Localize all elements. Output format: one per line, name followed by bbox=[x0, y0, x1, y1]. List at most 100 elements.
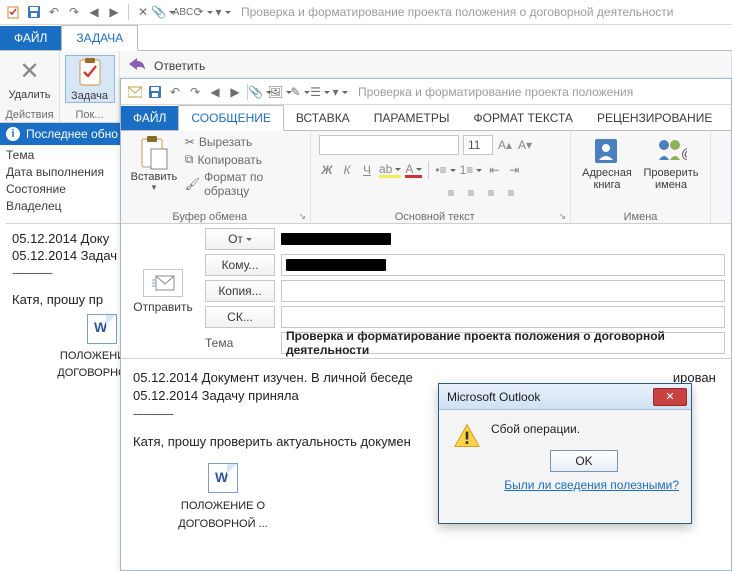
undo-icon[interactable]: ↶ bbox=[46, 4, 62, 20]
show-caption: Пок... bbox=[60, 109, 119, 122]
ctab-params[interactable]: ПАРАМЕТРЫ bbox=[362, 106, 462, 130]
dialog-title: Microsoft Outlook bbox=[447, 390, 540, 404]
check-names-button[interactable]: @ Проверить имена bbox=[643, 135, 699, 207]
cc-button[interactable]: Копия... bbox=[205, 280, 275, 302]
attach-icon[interactable]: 📎 bbox=[155, 4, 171, 20]
format-painter-button[interactable]: 🖌Формат по образцу bbox=[185, 170, 302, 198]
ctab-format[interactable]: ФОРМАТ ТЕКСТА bbox=[461, 106, 584, 130]
shrink-font-icon[interactable]: A▾ bbox=[517, 137, 533, 153]
ctab-file[interactable]: ФАЙЛ bbox=[121, 106, 178, 130]
indent-icon[interactable]: ⇥ bbox=[506, 162, 522, 178]
numbering-icon[interactable]: 1≡ bbox=[460, 162, 483, 178]
delete-qat-icon[interactable]: ✕ bbox=[135, 4, 151, 20]
bcc-field[interactable] bbox=[281, 306, 725, 328]
align-right-icon[interactable]: ≡ bbox=[483, 185, 499, 201]
paste-button[interactable]: Вставить ▼ bbox=[129, 135, 179, 207]
ribbon-tabs-outer: ФАЙЛ ЗАДАЧА bbox=[0, 25, 732, 51]
send-button[interactable] bbox=[143, 269, 183, 297]
chknames-l1: Проверить bbox=[643, 167, 698, 179]
clip-caption: Буфер обмена ↘ bbox=[121, 211, 310, 223]
paste-label: Вставить bbox=[131, 171, 178, 183]
attach-icon-inner[interactable]: 📎 bbox=[252, 84, 268, 100]
ctab-insert[interactable]: ВСТАВКА bbox=[284, 106, 362, 130]
bcc-button[interactable]: СК... bbox=[205, 306, 275, 328]
dialog-close-button[interactable]: ✕ bbox=[653, 388, 687, 406]
mail-icon bbox=[127, 84, 143, 100]
task-button[interactable]: Задача bbox=[65, 55, 115, 103]
save-icon[interactable] bbox=[26, 4, 42, 20]
bullets-icon[interactable]: •≡ bbox=[435, 162, 455, 178]
prev-icon[interactable]: ◀ bbox=[86, 4, 102, 20]
tab-task[interactable]: ЗАДАЧА bbox=[61, 25, 138, 51]
next-icon-inner[interactable]: ▶ bbox=[227, 84, 243, 100]
copy-label: Копировать bbox=[197, 153, 262, 167]
font-caption: Основной текст ↘ bbox=[311, 211, 570, 223]
font-color-button[interactable]: A bbox=[405, 162, 422, 178]
warning-icon bbox=[453, 422, 481, 450]
highlight-button[interactable]: ab bbox=[379, 162, 401, 178]
grow-font-icon[interactable]: A▴ bbox=[497, 137, 513, 153]
word-doc-icon-2 bbox=[208, 463, 238, 493]
to-field[interactable] bbox=[281, 254, 725, 276]
underline-button[interactable]: Ч bbox=[359, 162, 375, 178]
compose-attachment-word[interactable]: ПОЛОЖЕНИЕ О ДОГОВОРНОЙ ... bbox=[163, 457, 283, 533]
redo-icon[interactable]: ↷ bbox=[66, 4, 82, 20]
next-icon[interactable]: ▶ bbox=[106, 4, 122, 20]
list-icon[interactable]: ☰ bbox=[312, 84, 328, 100]
address-book-button[interactable]: Адресная книга bbox=[579, 135, 635, 207]
spellcheck-icon[interactable]: ABC bbox=[175, 4, 191, 20]
names-caption: Имена bbox=[571, 211, 710, 223]
align-left-icon[interactable]: ≡ bbox=[443, 185, 459, 201]
picture-icon[interactable]: 🖼 bbox=[272, 84, 288, 100]
subject-label: Тема bbox=[205, 336, 275, 350]
window-title: Проверка и форматирование проекта положе… bbox=[241, 5, 673, 19]
task-icon bbox=[6, 4, 22, 20]
redo-icon-inner[interactable]: ↷ bbox=[187, 84, 203, 100]
signature-icon[interactable]: ✎ bbox=[292, 84, 308, 100]
undo-icon-inner[interactable]: ↶ bbox=[167, 84, 183, 100]
save-icon-inner[interactable] bbox=[147, 84, 163, 100]
copy-button[interactable]: ⧉Копировать bbox=[185, 152, 302, 167]
ctab-message[interactable]: СООБЩЕНИЕ bbox=[178, 105, 284, 131]
copy-icon: ⧉ bbox=[185, 152, 194, 167]
bold-button[interactable]: Ж bbox=[319, 162, 335, 178]
reply-button[interactable]: Ответить bbox=[154, 59, 205, 73]
align-justify-icon[interactable]: ≡ bbox=[503, 185, 519, 201]
dialog-titlebar[interactable]: Microsoft Outlook ✕ bbox=[439, 384, 691, 410]
delete-button[interactable]: ✕ Удалить bbox=[5, 55, 55, 101]
task-label: Задача bbox=[71, 90, 108, 102]
ctab-review[interactable]: РЕЦЕНЗИРОВАНИЕ bbox=[585, 106, 724, 130]
dialog-ok-button[interactable]: OK bbox=[550, 450, 618, 472]
outdent-icon[interactable]: ⇤ bbox=[486, 162, 502, 178]
compose-tabs: ФАЙЛ СООБЩЕНИЕ ВСТАВКА ПАРАМЕТРЫ ФОРМАТ … bbox=[121, 105, 731, 131]
align-center-icon[interactable]: ≡ bbox=[463, 185, 479, 201]
font-family-select[interactable] bbox=[319, 135, 459, 155]
cc-field[interactable] bbox=[281, 280, 725, 302]
subject-field[interactable]: Проверка и форматирование проекта положе… bbox=[281, 332, 725, 354]
delete-x-icon: ✕ bbox=[14, 55, 46, 87]
italic-button[interactable]: К bbox=[339, 162, 355, 178]
delete-label: Удалить bbox=[9, 89, 51, 101]
clipboard-check-icon bbox=[74, 56, 106, 88]
envelope-send-icon bbox=[151, 274, 175, 292]
tab-file[interactable]: ФАЙЛ bbox=[0, 26, 61, 50]
group-actions-caption: Действия bbox=[0, 109, 59, 122]
from-button[interactable]: От bbox=[205, 228, 275, 250]
fmt-painter-label: Формат по образцу bbox=[204, 170, 302, 198]
qat-customize-icon[interactable]: ▾ bbox=[215, 4, 231, 20]
send-label: Отправить bbox=[133, 300, 193, 314]
address-book-icon bbox=[591, 135, 623, 167]
cut-button[interactable]: ✂Вырезать bbox=[185, 135, 302, 149]
reply-icon bbox=[128, 57, 146, 74]
catt-line2: ДОГОВОРНОЙ ... bbox=[178, 515, 267, 533]
prev-icon-inner[interactable]: ◀ bbox=[207, 84, 223, 100]
catt-line1: ПОЛОЖЕНИЕ О bbox=[181, 497, 265, 515]
to-button[interactable]: Кому... bbox=[205, 254, 275, 276]
dialog-message: Сбой операции. bbox=[491, 422, 677, 436]
recurrence-icon[interactable]: ⟳ bbox=[195, 4, 211, 20]
cut-label: Вырезать bbox=[199, 135, 252, 149]
qat-customize-inner-icon[interactable]: ▾ bbox=[332, 84, 348, 100]
font-size-select[interactable]: 11 bbox=[463, 135, 493, 155]
word-doc-icon bbox=[87, 314, 117, 344]
dialog-feedback-link[interactable]: Были ли сведения полезными? bbox=[439, 478, 691, 500]
